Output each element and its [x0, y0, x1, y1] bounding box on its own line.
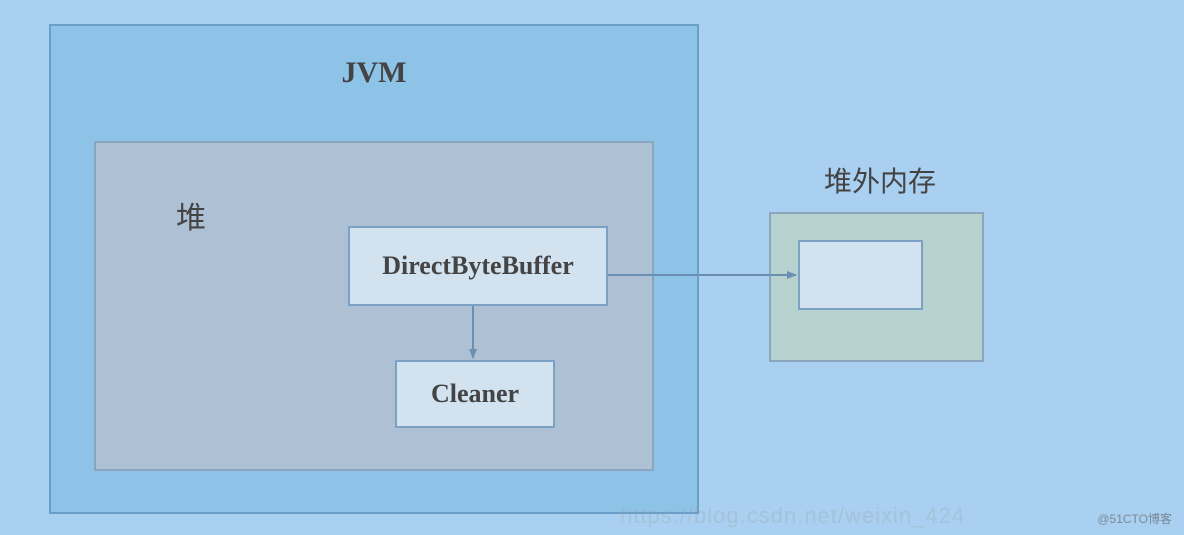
heap-container: 堆	[94, 141, 654, 471]
watermark-text: @51CTO博客	[1097, 510, 1172, 527]
heap-title: 堆	[151, 193, 231, 237]
jvm-title: JVM	[51, 56, 697, 90]
off-heap-memory-block	[798, 240, 923, 310]
off-heap-memory-label: 堆外内存	[810, 160, 950, 200]
direct-byte-buffer-box: DirectByteBuffer	[348, 226, 608, 306]
cleaner-box: Cleaner	[395, 360, 555, 428]
faded-source-url: https://blog.csdn.net/weixin_424	[620, 503, 965, 529]
direct-byte-buffer-label: DirectByteBuffer	[382, 251, 574, 281]
cleaner-label: Cleaner	[431, 379, 519, 409]
